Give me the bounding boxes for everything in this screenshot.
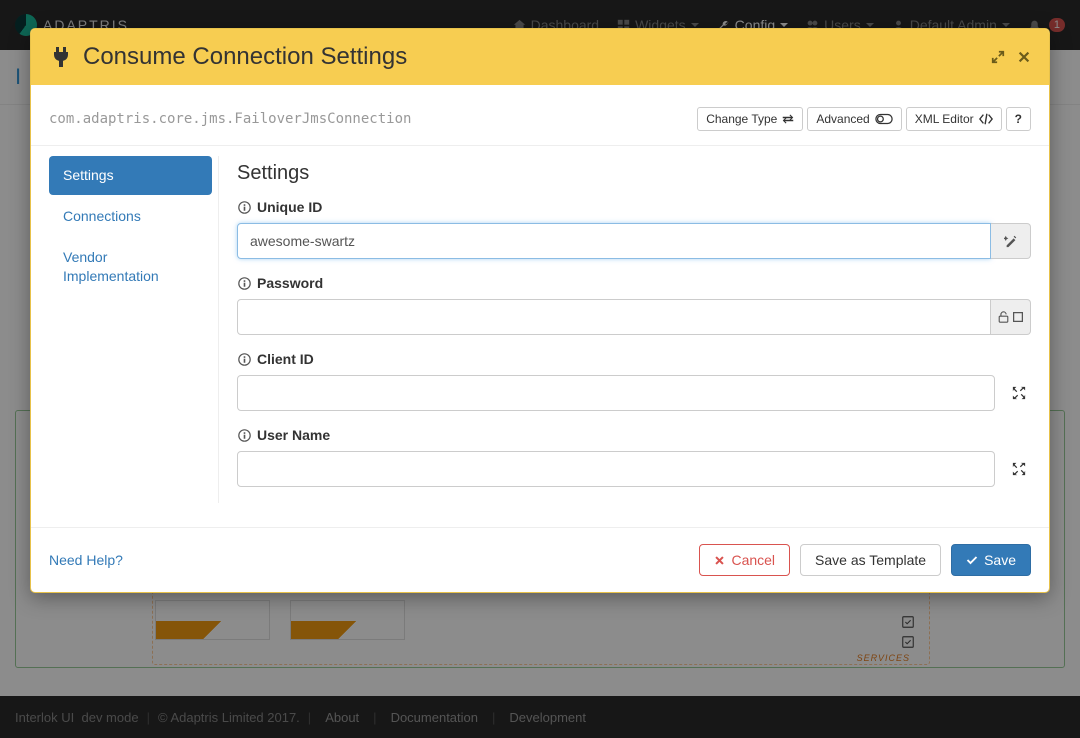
info-icon[interactable]	[237, 276, 251, 290]
change-type-button[interactable]: Change Type	[697, 107, 803, 131]
change-type-label: Change Type	[706, 112, 777, 126]
save-template-label: Save as Template	[815, 552, 926, 568]
close-icon[interactable]	[1017, 50, 1031, 64]
class-name: com.adaptris.core.jms.FailoverJmsConnect…	[49, 111, 411, 127]
checkbox-icon	[1013, 312, 1023, 322]
password-group: Password	[237, 275, 1031, 335]
advanced-button[interactable]: Advanced	[807, 107, 901, 131]
modal-header: Consume Connection Settings	[31, 29, 1049, 85]
check-icon	[966, 554, 978, 566]
save-template-button[interactable]: Save as Template	[800, 544, 941, 576]
form-heading: Settings	[237, 162, 1031, 185]
user-name-input[interactable]	[237, 451, 995, 487]
sidebar-item-connections[interactable]: Connections	[49, 197, 212, 236]
client-id-input[interactable]	[237, 375, 995, 411]
xml-editor-button[interactable]: XML Editor	[906, 107, 1002, 131]
generate-id-button[interactable]	[991, 223, 1031, 259]
expand-field-button[interactable]	[1007, 451, 1031, 487]
modal-overlay: Consume Connection Settings com.adaptris…	[0, 0, 1080, 738]
toggle-icon	[875, 113, 893, 125]
xml-editor-label: XML Editor	[915, 112, 974, 126]
unique-id-group: Unique ID	[237, 199, 1031, 259]
advanced-label: Advanced	[816, 112, 869, 126]
need-help-link[interactable]: Need Help?	[49, 552, 123, 568]
password-lock-button[interactable]	[991, 299, 1031, 335]
swap-icon	[782, 113, 794, 125]
sidebar-item-settings[interactable]: Settings	[49, 156, 212, 195]
help-button[interactable]: ?	[1006, 107, 1031, 131]
settings-form: Settings Unique ID	[237, 156, 1031, 503]
sidebar-item-vendor[interactable]: Vendor Implementation	[49, 238, 212, 296]
save-label: Save	[984, 552, 1016, 568]
modal-title: Consume Connection Settings	[83, 43, 407, 71]
info-icon[interactable]	[237, 428, 251, 442]
magic-wand-icon	[1004, 234, 1018, 248]
save-button[interactable]: Save	[951, 544, 1031, 576]
code-icon	[979, 113, 993, 125]
modal-footer: Need Help? Cancel Save as Template Save	[31, 527, 1049, 592]
password-input[interactable]	[237, 299, 991, 335]
modal-body: Settings Connections Vendor Implementati…	[31, 146, 1049, 527]
unlock-icon	[998, 311, 1009, 323]
password-label: Password	[257, 275, 323, 291]
client-id-group: Client ID	[237, 351, 1031, 411]
modal-subheader: com.adaptris.core.jms.FailoverJmsConnect…	[31, 85, 1049, 146]
client-id-label: Client ID	[257, 351, 314, 367]
settings-sidebar: Settings Connections Vendor Implementati…	[49, 156, 219, 503]
expand-field-button[interactable]	[1007, 375, 1031, 411]
plug-icon	[49, 45, 73, 69]
info-icon[interactable]	[237, 200, 251, 214]
cancel-label: Cancel	[731, 552, 775, 568]
expand-icon[interactable]	[991, 50, 1005, 64]
unique-id-input[interactable]	[237, 223, 991, 259]
info-icon[interactable]	[237, 352, 251, 366]
close-icon	[714, 555, 725, 566]
help-label: ?	[1015, 112, 1022, 126]
user-name-group: User Name	[237, 427, 1031, 487]
cancel-button[interactable]: Cancel	[699, 544, 790, 576]
user-name-label: User Name	[257, 427, 330, 443]
settings-modal: Consume Connection Settings com.adaptris…	[30, 28, 1050, 593]
unique-id-label: Unique ID	[257, 199, 322, 215]
